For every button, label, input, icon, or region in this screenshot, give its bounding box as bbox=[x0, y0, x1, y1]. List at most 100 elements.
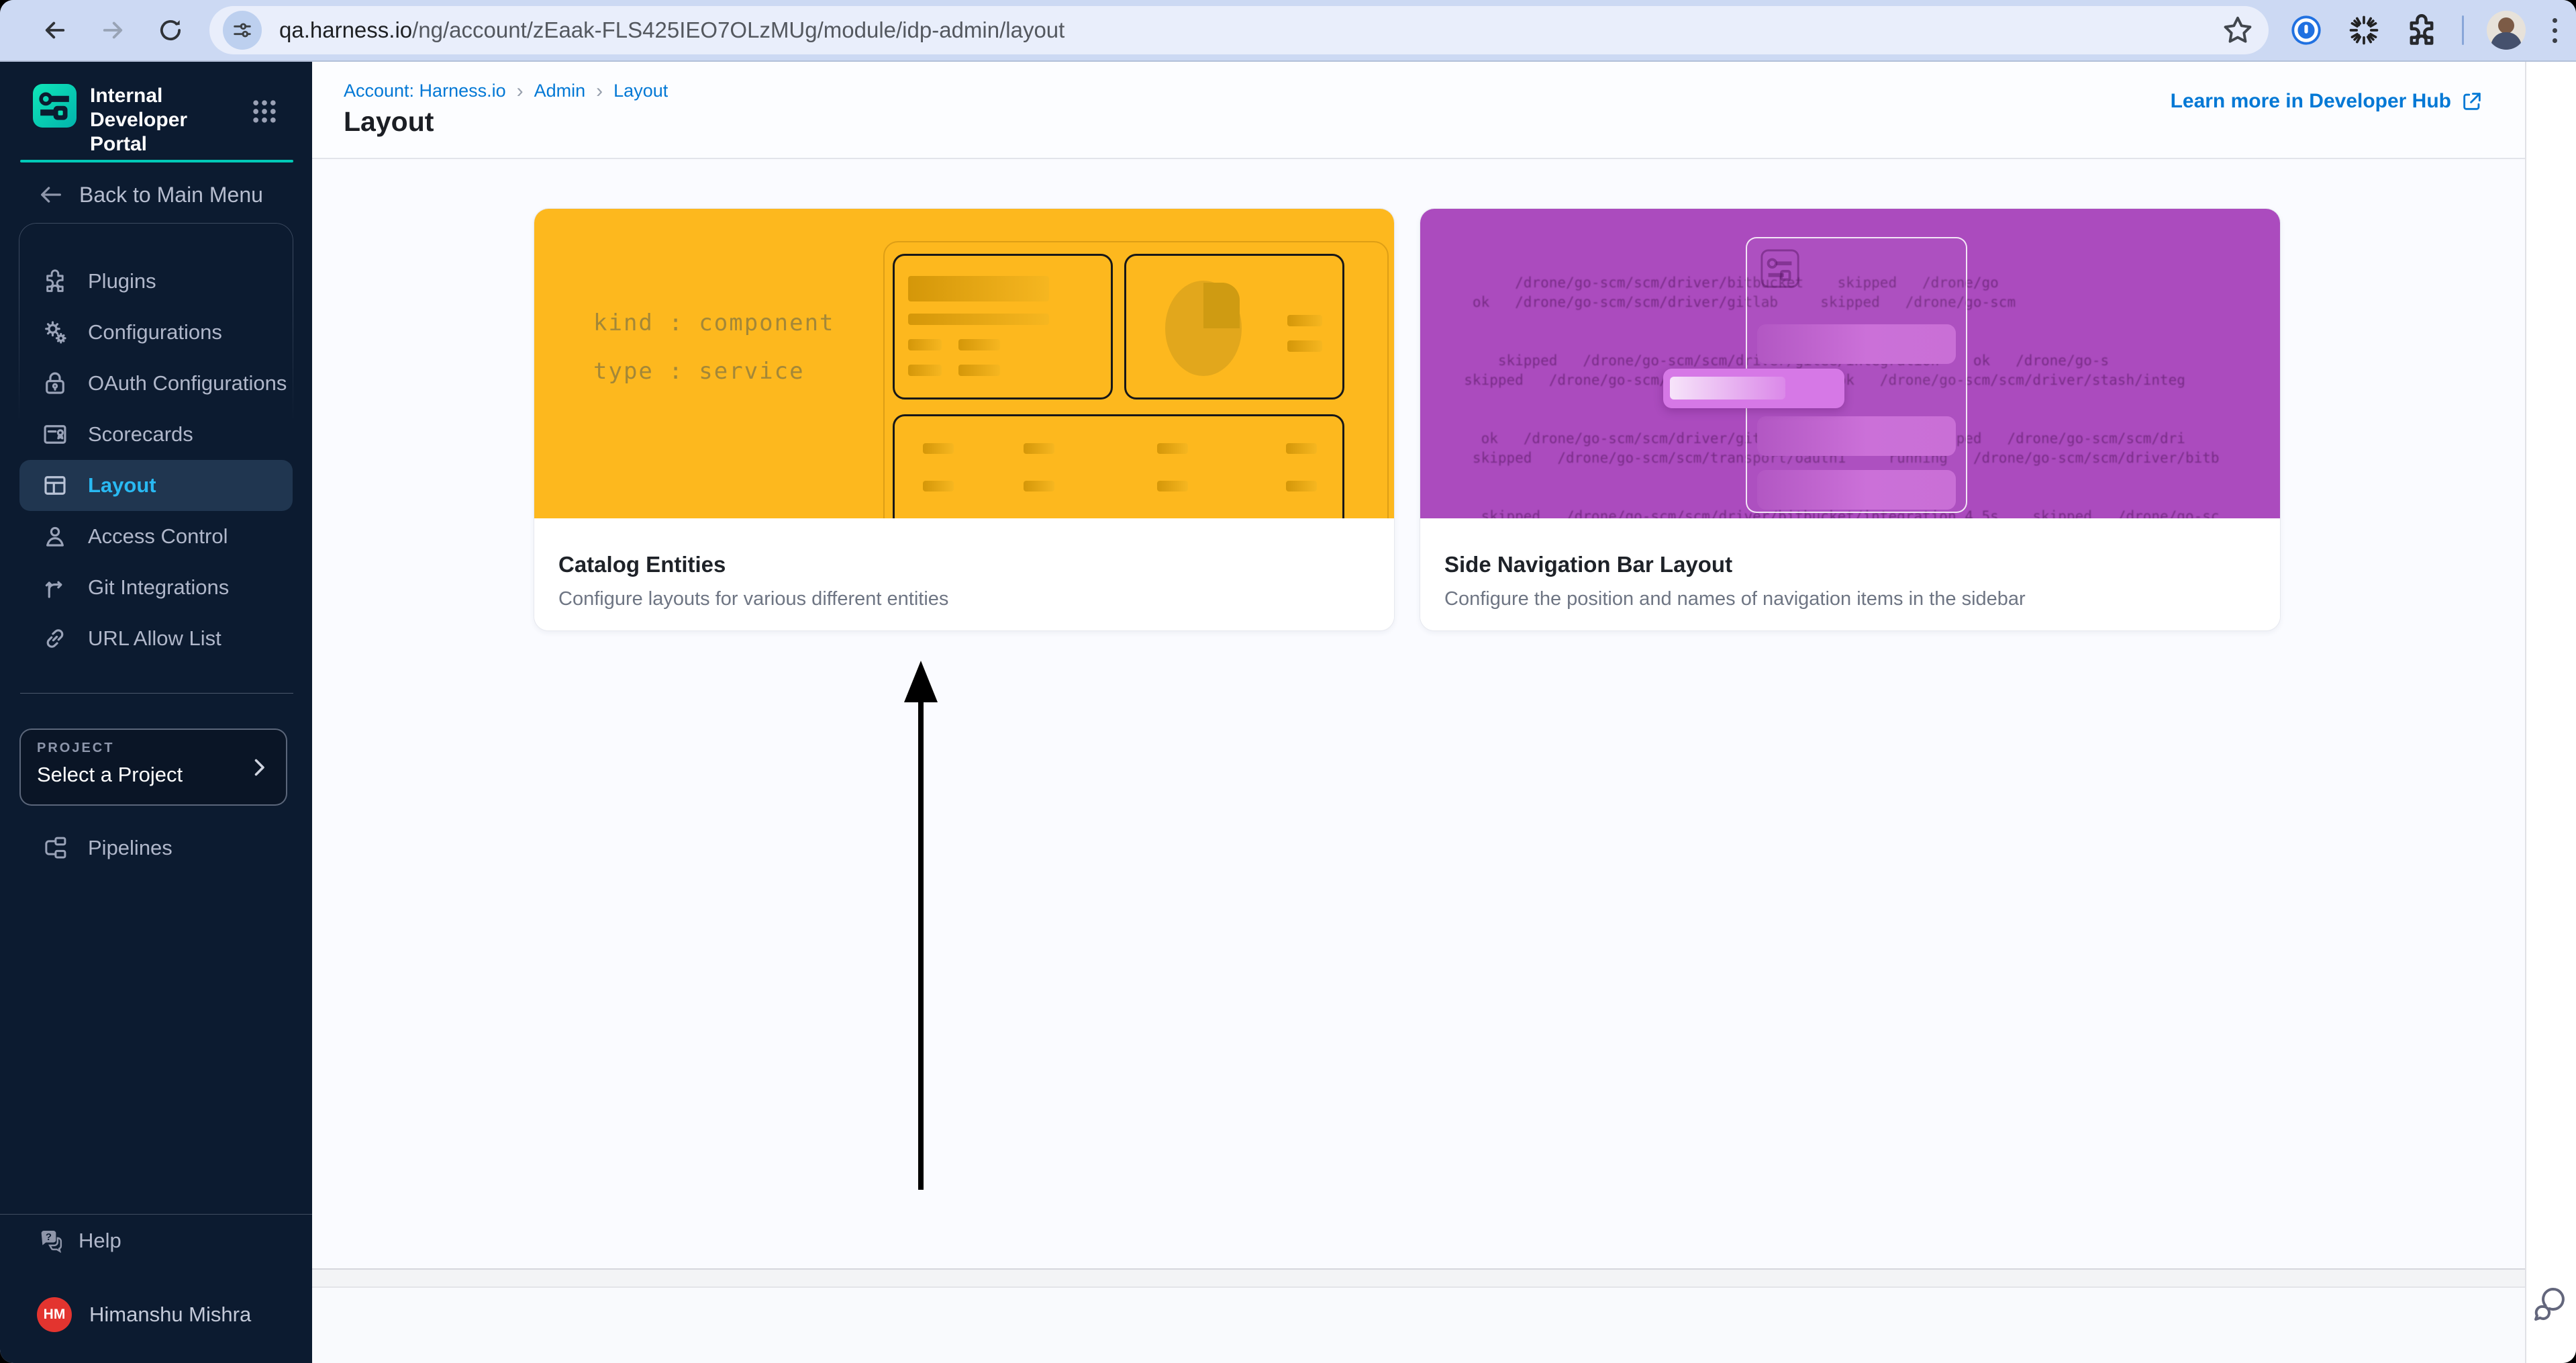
module-title: Internal Developer Portal bbox=[90, 85, 188, 155]
side-nav-layout-card[interactable]: /drone/go-scm/scm/driver/bitbucket skipp… bbox=[1420, 208, 2281, 631]
help-button[interactable]: ? Help bbox=[19, 1217, 293, 1265]
annotation-arrow-up bbox=[900, 661, 940, 1191]
spinner-extension-button[interactable] bbox=[2346, 13, 2381, 48]
sidebar-item-label: Access Control bbox=[88, 524, 228, 548]
browser-back-button[interactable] bbox=[35, 10, 75, 50]
sidebar-item-configurations[interactable]: Configurations bbox=[19, 307, 293, 358]
user-avatar: HM bbox=[37, 1297, 72, 1332]
external-link-icon bbox=[2463, 93, 2481, 110]
wireframe-panel-table bbox=[893, 414, 1344, 518]
catalog-entities-card[interactable]: kind : component type : service Catalog … bbox=[534, 208, 1395, 631]
sidebar-item-url-allow-list[interactable]: URL Allow List bbox=[19, 613, 293, 664]
sidebar-item-label: Scorecards bbox=[88, 422, 193, 446]
user-profile[interactable]: HM Himanshu Mishra bbox=[19, 1289, 293, 1340]
scorecard-icon bbox=[44, 425, 66, 444]
svg-text:?: ? bbox=[46, 1231, 52, 1243]
project-selector[interactable]: PROJECT Select a Project bbox=[19, 728, 287, 806]
sidebar-item-plugins[interactable]: Plugins bbox=[19, 256, 293, 307]
idp-logo-icon bbox=[33, 84, 77, 128]
site-settings-button[interactable] bbox=[223, 11, 262, 50]
onepassword-extension-button[interactable] bbox=[2289, 13, 2324, 48]
toolbar-separator bbox=[2462, 15, 2464, 45]
card-footer: Catalog Entities Configure layouts for v… bbox=[534, 518, 1394, 630]
browser-window: qa.harness.io/ng/account/zEaak-FLS425IEO… bbox=[0, 0, 2576, 1363]
bookmark-star-icon bbox=[2224, 16, 2252, 43]
sidebar-item-git-integrations[interactable]: Git Integrations bbox=[19, 562, 293, 613]
gears-icon bbox=[45, 321, 66, 344]
card-footer: Side Navigation Bar Layout Configure the… bbox=[1420, 518, 2280, 630]
git-branch-icon bbox=[45, 581, 62, 598]
nav-pill-dragged bbox=[1663, 369, 1844, 408]
lock-icon bbox=[46, 372, 64, 394]
forward-icon bbox=[103, 21, 123, 39]
user-name: Himanshu Mishra bbox=[89, 1303, 252, 1326]
idp-logo-outline-icon bbox=[1761, 249, 1799, 288]
breadcrumb-account[interactable]: Account: Harness.io bbox=[344, 81, 506, 101]
browser-profile-avatar[interactable] bbox=[2487, 11, 2526, 50]
plugin-icon bbox=[46, 269, 64, 292]
pipelines-icon bbox=[45, 837, 66, 859]
browser-menu-button[interactable] bbox=[2553, 17, 2557, 43]
back-icon bbox=[45, 21, 65, 39]
extensions-puzzle-icon bbox=[2410, 14, 2434, 45]
nav-pill bbox=[1757, 416, 1956, 456]
sidebar-item-oauth-configurations[interactable]: OAuth Configurations bbox=[19, 358, 293, 409]
sidebar-item-label: Pipelines bbox=[88, 836, 172, 859]
project-label: PROJECT bbox=[37, 741, 115, 755]
sidebar-item-label: Plugins bbox=[88, 269, 156, 293]
illustration-code-line: type : service bbox=[593, 358, 805, 385]
breadcrumb-layout[interactable]: Layout bbox=[613, 81, 668, 101]
bookmark-button[interactable] bbox=[2220, 13, 2255, 48]
browser-toolbar: qa.harness.io/ng/account/zEaak-FLS425IEO… bbox=[0, 0, 2576, 62]
url-bar[interactable]: qa.harness.io/ng/account/zEaak-FLS425IEO… bbox=[209, 6, 2269, 54]
sidebar-item-label: Configurations bbox=[88, 320, 222, 344]
extensions-button[interactable] bbox=[2404, 13, 2439, 48]
sidebar-item-pipelines[interactable]: Pipelines bbox=[19, 822, 293, 874]
illustration-code-line: kind : component bbox=[593, 310, 835, 336]
breadcrumb-separator: › bbox=[516, 80, 524, 102]
breadcrumb: Account: Harness.io › Admin › Layout bbox=[344, 81, 668, 101]
footer-area bbox=[312, 1288, 2525, 1363]
page-title: Layout bbox=[344, 106, 434, 137]
arrow-left-icon bbox=[41, 187, 62, 203]
help-chat-icon: ? bbox=[41, 1231, 62, 1254]
footer-band bbox=[312, 1270, 2525, 1286]
avatar-body bbox=[2491, 32, 2522, 50]
side-nav-illustration: /drone/go-scm/scm/driver/bitbucket skipp… bbox=[1420, 209, 2280, 518]
card-title: Catalog Entities bbox=[558, 552, 726, 577]
back-to-main-menu[interactable]: Back to Main Menu bbox=[38, 177, 263, 212]
avatar-head bbox=[2498, 17, 2514, 34]
help-label: Help bbox=[79, 1229, 121, 1252]
breadcrumb-admin[interactable]: Admin bbox=[534, 81, 586, 101]
content-area: kind : component type : service Catalog … bbox=[312, 160, 2525, 1363]
layout-cards: kind : component type : service Catalog … bbox=[534, 208, 2281, 631]
link-icon bbox=[46, 629, 64, 648]
sidebar-item-scorecards[interactable]: Scorecards bbox=[19, 409, 293, 460]
right-edge-strip bbox=[2525, 62, 2576, 1363]
breadcrumb-separator: › bbox=[596, 80, 603, 102]
apps-grid-icon[interactable] bbox=[250, 97, 279, 126]
browser-forward-button[interactable] bbox=[93, 10, 133, 50]
sidebar-item-access-control[interactable]: Access Control bbox=[19, 511, 293, 562]
catalog-entities-illustration: kind : component type : service bbox=[534, 209, 1394, 518]
module-logo-row[interactable]: Internal Developer Portal bbox=[33, 84, 248, 156]
chat-support-icon[interactable] bbox=[2530, 1282, 2573, 1325]
accent-divider bbox=[20, 160, 293, 162]
pie-chart-glyph bbox=[1165, 281, 1242, 376]
sidebar-item-label: Git Integrations bbox=[88, 575, 230, 599]
reload-icon bbox=[160, 20, 181, 41]
chevron-right-icon bbox=[254, 759, 264, 776]
nav-list: Plugins Configurations OAuth Configurati… bbox=[19, 256, 293, 664]
sidebar-item-layout[interactable]: Layout bbox=[19, 460, 293, 511]
learn-more-link[interactable]: Learn more in Developer Hub bbox=[2171, 90, 2483, 113]
sidebar-divider bbox=[20, 693, 293, 694]
extension-area bbox=[2289, 11, 2576, 50]
wireframe-panel-pie bbox=[1124, 254, 1344, 399]
sidebar-item-label: Layout bbox=[88, 473, 156, 497]
card-description: Configure the position and names of navi… bbox=[1444, 588, 2026, 610]
learn-more-label: Learn more in Developer Hub bbox=[2170, 90, 2451, 112]
card-description: Configure layouts for various different … bbox=[558, 588, 949, 610]
url-domain: qa.harness.io bbox=[279, 17, 413, 42]
nav-pill bbox=[1757, 324, 1956, 364]
browser-reload-button[interactable] bbox=[150, 10, 191, 50]
